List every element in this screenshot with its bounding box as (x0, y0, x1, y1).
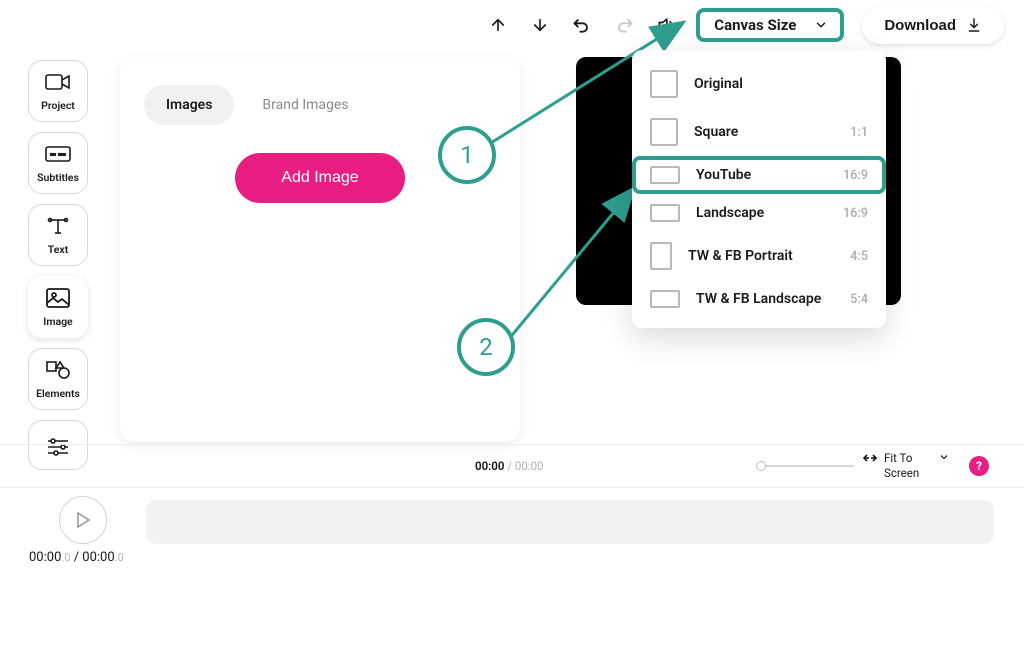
timeline-area: 00:00.0 / 00:00.0 (0, 490, 1024, 660)
play-button[interactable] (59, 496, 107, 544)
annotation-badge-1: 1 (438, 126, 496, 184)
tab-images[interactable]: Images (144, 85, 234, 125)
aspect-thumb-icon (650, 166, 680, 184)
text-icon (43, 215, 73, 237)
canvas-size-label: Canvas Size (714, 16, 796, 34)
dropdown-item-ratio: 4:5 (850, 249, 868, 264)
play-icon (76, 512, 90, 528)
dropdown-item-original[interactable]: Original (632, 60, 886, 108)
time-bar: 00:00 / 00:00 Fit To Screen ? (0, 444, 1024, 488)
time-current: 00:00 (475, 459, 504, 473)
sidebar-item-subtitles[interactable]: Subtitles (28, 132, 88, 194)
dropdown-item-landscape[interactable]: Landscape 16:9 (632, 194, 886, 232)
dropdown-item-label: Landscape (696, 205, 827, 221)
dropdown-item-label: Square (694, 124, 834, 140)
dropdown-item-label: YouTube (696, 167, 827, 183)
image-icon (43, 287, 73, 309)
zoom-slider-thumb[interactable] (756, 461, 766, 471)
subtitles-icon (43, 143, 73, 165)
fit-to-screen[interactable]: Fit To Screen (862, 451, 950, 481)
dropdown-item-label: TW & FB Portrait (688, 248, 834, 264)
chevron-down-icon (938, 451, 950, 463)
zoom-slider[interactable] (756, 465, 854, 467)
sidebar-item-project[interactable]: Project (28, 60, 88, 122)
canvas-size-button[interactable]: Canvas Size (696, 8, 844, 42)
dropdown-item-ratio: 1:1 (850, 125, 868, 140)
sidebar-item-label: Elements (36, 387, 80, 400)
fit-icon (862, 451, 878, 465)
annotation-badge-2: 2 (457, 318, 515, 376)
counter-duration: 00:00 (82, 550, 114, 565)
timeline-track[interactable] (146, 500, 994, 544)
dropdown-item-ratio: 16:9 (843, 206, 868, 221)
dropdown-item-tw-fb-portrait[interactable]: TW & FB Portrait 4:5 (632, 232, 886, 280)
sidebar-item-elements[interactable]: Elements (28, 348, 88, 410)
time-sep: / (504, 459, 514, 473)
sidebar-item-label: Project (41, 99, 75, 112)
dropdown-item-label: TW & FB Landscape (696, 291, 834, 307)
elements-icon (43, 359, 73, 381)
timeline-counter: 00:00.0 / 00:00.0 (29, 550, 124, 565)
dropdown-item-square[interactable]: Square 1:1 (632, 108, 886, 156)
image-panel: Images Brand Images Add Image (120, 57, 520, 442)
aspect-thumb-icon (650, 242, 672, 270)
download-icon (966, 17, 982, 33)
sidebar-item-image[interactable]: Image (28, 276, 88, 338)
aspect-thumb-icon (650, 70, 678, 98)
counter-sep: / (70, 550, 82, 565)
dropdown-item-label: Original (694, 76, 852, 92)
sidebar-item-label: Subtitles (37, 171, 79, 184)
dropdown-item-ratio: 16:9 (843, 168, 868, 183)
tabs-row: Images Brand Images (144, 85, 496, 125)
download-label: Download (884, 17, 956, 34)
dropdown-item-tw-fb-landscape[interactable]: TW & FB Landscape 5:4 (632, 280, 886, 318)
aspect-thumb-icon (650, 290, 680, 308)
add-image-button[interactable]: Add Image (235, 153, 405, 203)
sidebar-item-label: Image (43, 315, 72, 328)
help-button[interactable]: ? (969, 456, 989, 476)
sidebar-item-text[interactable]: Text (28, 204, 88, 266)
dropdown-item-youtube[interactable]: YouTube 16:9 (632, 156, 886, 194)
sidebar-item-label: Text (48, 243, 68, 256)
counter-duration-dec: .0 (115, 551, 124, 564)
dropdown-item-ratio: 5:4 (850, 292, 868, 307)
time-duration: 00:00 (515, 459, 544, 473)
download-button[interactable]: Download (862, 7, 1004, 44)
annotation-arrow-2 (508, 184, 642, 344)
time-label: 00:00 / 00:00 (475, 459, 544, 473)
aspect-thumb-icon (650, 118, 678, 146)
tab-brand-images[interactable]: Brand Images (240, 85, 370, 125)
fit-label: Fit To Screen (884, 451, 932, 481)
left-nav: Project Subtitles Text Image Elements (28, 60, 88, 470)
canvas-size-dropdown: Original Square 1:1 YouTube 16:9 Landsca… (632, 50, 886, 328)
aspect-thumb-icon (650, 204, 680, 222)
chevron-down-icon (814, 18, 828, 32)
video-icon (43, 71, 73, 93)
counter-current: 00:00 (29, 550, 61, 565)
